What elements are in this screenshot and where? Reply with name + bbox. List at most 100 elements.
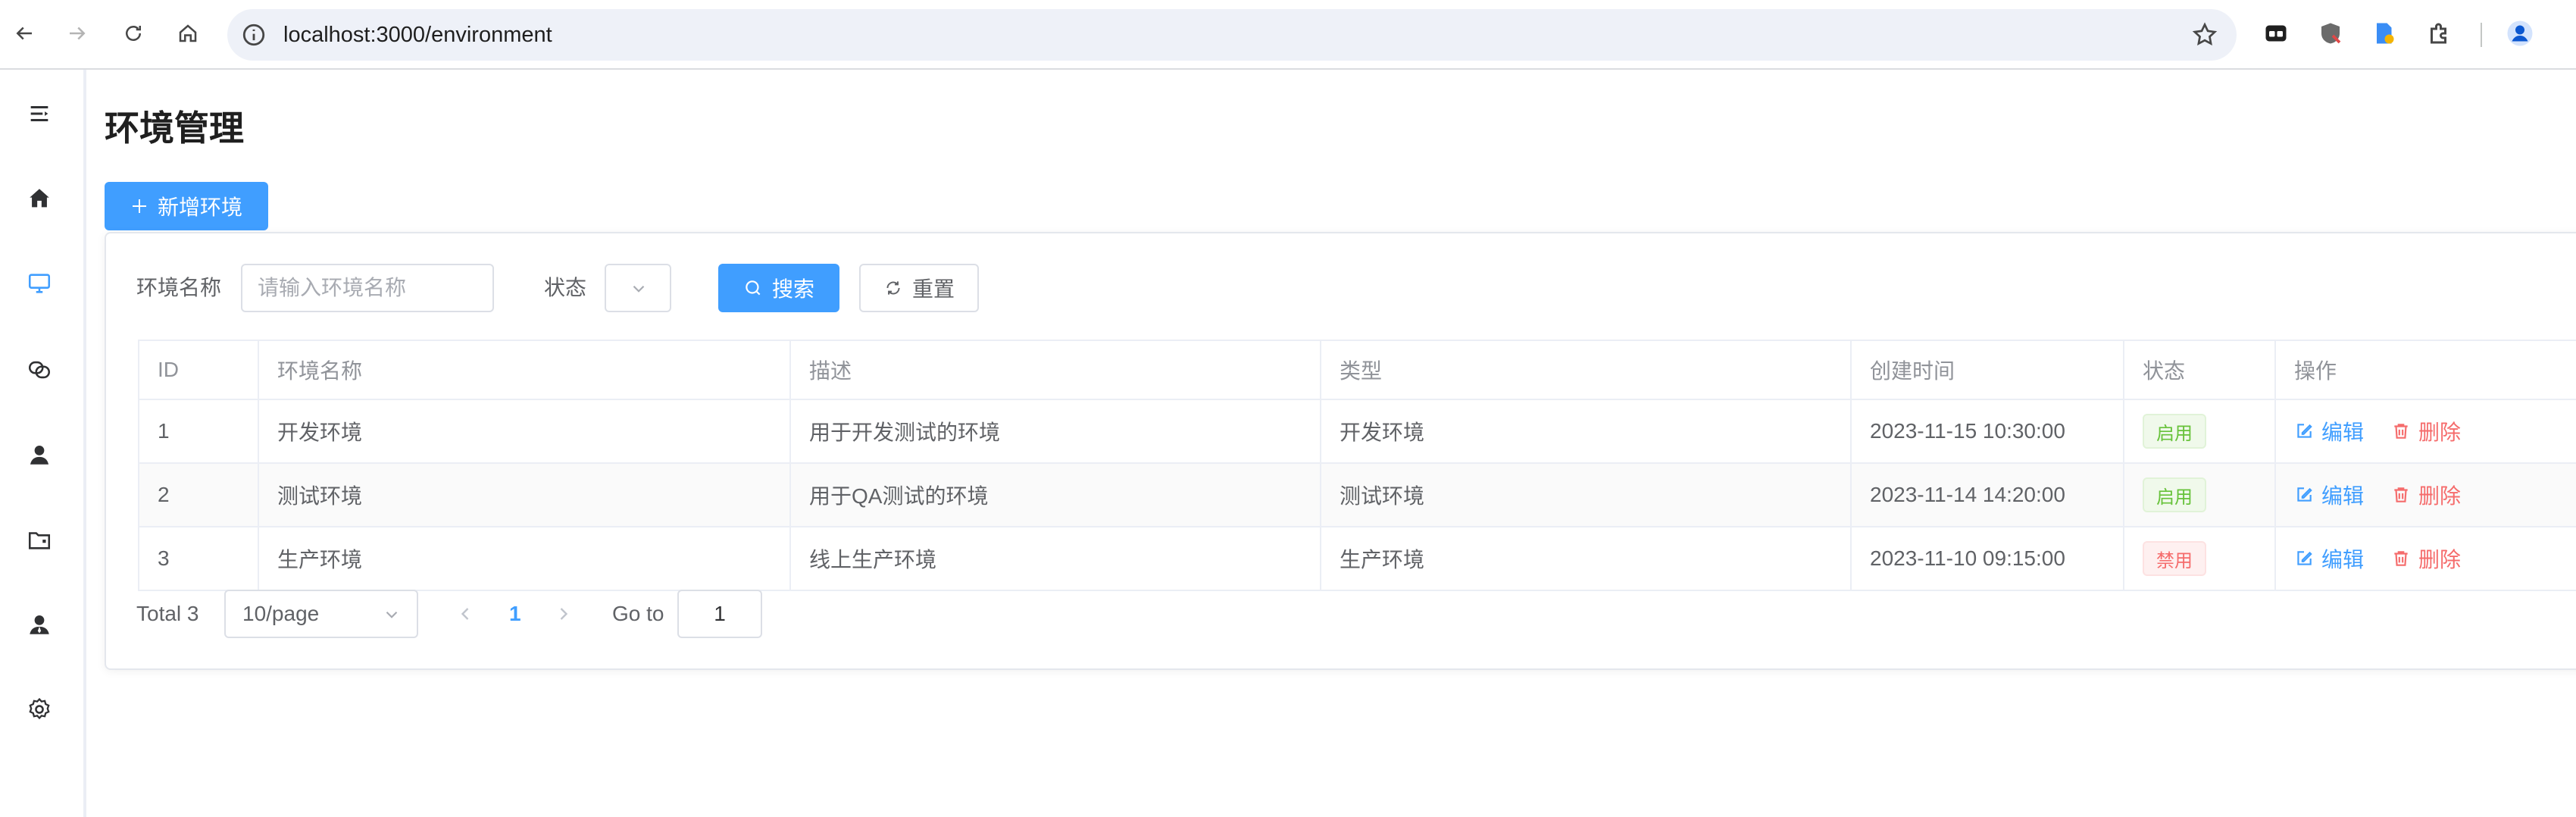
table-header-row: ID 环境名称 描述 类型 创建时间 状态 操作 (139, 341, 2576, 400)
edit-label: 编辑 (2321, 548, 2365, 571)
delete-label: 删除 (2418, 484, 2462, 508)
user-icon (30, 445, 49, 465)
page-size-value: 10/page (242, 602, 320, 625)
prev-page-icon[interactable] (455, 603, 476, 624)
menu-toggle-icon[interactable] (23, 97, 56, 130)
cell-id: 3 (139, 527, 259, 590)
trash-icon (2394, 551, 2408, 566)
status-badge: 禁用 (2143, 541, 2206, 576)
cell-description: 用于QA测试的环境 (791, 464, 1321, 526)
trash-icon (2394, 487, 2408, 502)
sidebar-item-folder[interactable] (23, 523, 56, 556)
reload-icon[interactable] (117, 17, 150, 50)
goto-page-input[interactable] (677, 590, 762, 638)
toolbar-divider (2481, 23, 2482, 47)
cell-created-time: 2023-11-10 09:15:00 (1852, 527, 2124, 590)
column-header-description[interactable]: 描述 (791, 341, 1321, 399)
cell-type: 开发环境 (1321, 400, 1852, 462)
status-filter-label: 状态 (544, 276, 587, 299)
user-group-icon (30, 615, 49, 634)
status-badge: 启用 (2143, 477, 2206, 512)
column-header-type[interactable]: 类型 (1321, 341, 1852, 399)
cell-type: 生产环境 (1321, 527, 1852, 590)
column-header-status[interactable]: 状态 (2124, 341, 2276, 399)
url-text[interactable]: localhost:3000/environment (283, 9, 552, 61)
home-icon (30, 189, 49, 208)
forward-icon[interactable] (61, 17, 94, 50)
add-environment-button[interactable]: 新增环境 (105, 182, 268, 230)
table-row: 1 开发环境 用于开发测试的环境 开发环境 2023-11-15 10:30:0… (139, 400, 2576, 464)
column-header-id[interactable]: ID (139, 341, 259, 399)
status-badge: 启用 (2143, 414, 2206, 449)
back-icon[interactable] (8, 17, 41, 50)
extension-shield-icon[interactable] (2315, 18, 2346, 49)
edit-label: 编辑 (2321, 484, 2365, 508)
folder-icon (28, 532, 51, 549)
site-info-icon[interactable] (241, 22, 267, 48)
column-header-actions[interactable]: 操作 (2276, 341, 2576, 399)
cell-actions: 编辑 删除 (2276, 527, 2576, 590)
search-button[interactable]: 搜索 (718, 264, 839, 312)
column-header-name[interactable]: 环境名称 (259, 341, 791, 399)
profile-avatar-icon[interactable] (2505, 18, 2535, 49)
sidebar-item-environment[interactable] (23, 267, 56, 300)
settings-icon (29, 697, 50, 720)
home-page-icon[interactable] (171, 17, 205, 50)
extensions-puzzle-icon[interactable] (2424, 18, 2455, 49)
cell-id: 1 (139, 400, 259, 462)
search-button-label: 搜索 (771, 277, 814, 301)
cell-description: 用于开发测试的环境 (791, 400, 1321, 462)
refresh-icon (886, 281, 900, 295)
goto-page-field[interactable] (679, 591, 761, 637)
delete-label: 删除 (2418, 548, 2462, 571)
cell-name: 生产环境 (259, 527, 791, 590)
delete-button[interactable]: 删除 (2391, 480, 2461, 510)
status-filter-select[interactable] (605, 264, 671, 312)
sidebar-item-home[interactable] (23, 182, 56, 215)
page-number-current[interactable]: 1 (509, 590, 521, 638)
search-icon (746, 280, 761, 296)
delete-label: 删除 (2418, 421, 2462, 444)
add-environment-label: 新增环境 (157, 196, 242, 219)
bookmark-star-icon[interactable] (2191, 21, 2218, 49)
sidebar-item-user[interactable] (23, 438, 56, 471)
next-page-icon[interactable] (553, 603, 574, 624)
cell-status: 启用 (2124, 400, 2276, 462)
edit-button[interactable]: 编辑 (2294, 480, 2364, 510)
edit-icon (2297, 551, 2312, 565)
cell-status: 启用 (2124, 464, 2276, 526)
cell-created-time: 2023-11-14 14:20:00 (1852, 464, 2124, 526)
address-bar[interactable]: localhost:3000/environment (227, 9, 2237, 61)
delete-button[interactable]: 删除 (2391, 416, 2461, 446)
page-size-select[interactable]: 10/page (224, 590, 418, 638)
name-filter-input[interactable] (241, 264, 494, 312)
sidebar-item-members[interactable] (23, 608, 56, 641)
column-header-created-time[interactable]: 创建时间 (1852, 341, 2124, 399)
name-filter-field[interactable] (242, 265, 492, 311)
environment-card: 环境名称 状态 搜索 重置 ID 环境名称 描述 类型 创建时间 状态 操作 1… (105, 232, 2576, 670)
chevron-down-icon (633, 285, 645, 293)
cell-actions: 编辑 删除 (2276, 400, 2576, 462)
extension-document-icon[interactable] (2368, 18, 2399, 49)
edit-button[interactable]: 编辑 (2294, 543, 2364, 574)
sidebar (0, 70, 86, 817)
reset-button-label: 重置 (911, 277, 955, 301)
sidebar-item-settings[interactable] (23, 693, 56, 726)
sidebar-item-links[interactable] (23, 353, 56, 387)
reset-button[interactable]: 重置 (859, 264, 979, 312)
table-row: 3 生产环境 线上生产环境 生产环境 2023-11-10 09:15:00 禁… (139, 527, 2576, 591)
edit-button[interactable]: 编辑 (2294, 416, 2364, 446)
extension-tabs-icon[interactable] (2261, 18, 2291, 49)
edit-icon (2297, 487, 2312, 502)
edit-icon (2297, 424, 2312, 438)
chevron-down-icon (386, 611, 398, 618)
link-icon (28, 361, 51, 379)
cell-id: 2 (139, 464, 259, 526)
plus-icon (132, 199, 146, 213)
delete-button[interactable]: 删除 (2391, 543, 2461, 574)
cell-status: 禁用 (2124, 527, 2276, 590)
cell-type: 测试环境 (1321, 464, 1852, 526)
edit-label: 编辑 (2321, 421, 2365, 444)
environment-table: ID 环境名称 描述 类型 创建时间 状态 操作 1 开发环境 用于开发测试的环… (138, 340, 2576, 591)
cell-name: 测试环境 (259, 464, 791, 526)
